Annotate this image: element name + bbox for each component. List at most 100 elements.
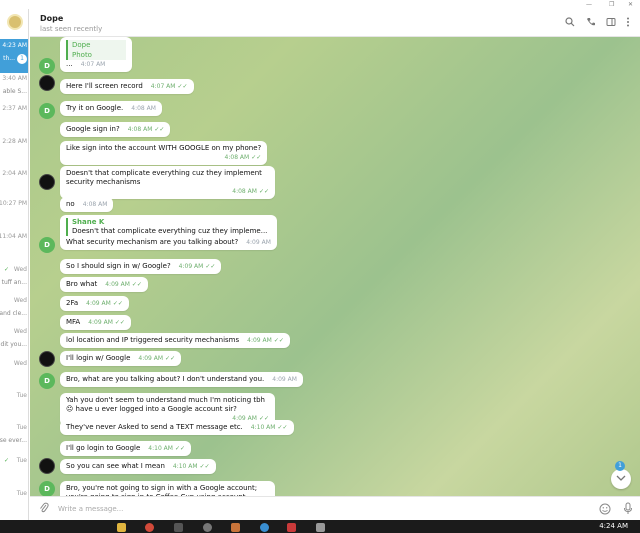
sender-avatar[interactable]: D: [39, 237, 55, 253]
message-time: 4:09 AM: [246, 239, 271, 246]
scroll-down-button[interactable]: [611, 469, 631, 489]
sender-avatar[interactable]: D: [39, 373, 55, 389]
message-text: Doesn't that complicate everything cuz t…: [66, 169, 262, 186]
emoji-icon[interactable]: [599, 503, 611, 517]
chat-list-item[interactable]: Wed and cle...: [0, 294, 28, 328]
message-time: 4:09 AM: [272, 376, 297, 383]
chat-list-time: 2:37 AM: [2, 105, 27, 112]
message-bubble[interactable]: Google sign in? 4:08 AM ✓✓: [60, 122, 171, 137]
message-bubble[interactable]: Here I'll screen record 4:07 AM ✓✓: [60, 79, 194, 94]
maximize-icon[interactable]: ❐: [609, 0, 614, 9]
message-bubble[interactable]: Dope Photo... 4:07 AM: [60, 37, 132, 72]
message-bubble[interactable]: Bro, what are you talking about? I don't…: [60, 372, 303, 387]
sender-avatar[interactable]: D: [39, 103, 55, 119]
more-icon[interactable]: [626, 17, 630, 30]
message-bubble[interactable]: I'll go login to Google 4:10 AM ✓✓: [60, 441, 192, 456]
sender-avatar[interactable]: [39, 75, 55, 91]
folder-icon[interactable]: [117, 523, 126, 532]
message-bubble[interactable]: So you can see what I mean 4:10 AM ✓✓: [60, 459, 216, 474]
message-bubble[interactable]: lol location and IP triggered security m…: [60, 333, 290, 348]
photo-reply-preview[interactable]: Dope Photo: [66, 40, 126, 60]
message-time: 4:09 AM: [86, 300, 111, 307]
sender-avatar[interactable]: [39, 458, 55, 474]
message-bubble[interactable]: Try it on Google. 4:08 AM: [60, 101, 162, 116]
sender-avatar[interactable]: D: [39, 58, 55, 74]
chat-list-item[interactable]: Tue: [0, 487, 28, 520]
chat-list-time: 4:23 AM: [2, 42, 27, 49]
chat-list-item[interactable]: ✓ Wed tuff an...: [0, 263, 28, 297]
message-text: I'll login w/ Google: [66, 354, 131, 362]
message-bubble[interactable]: Bro what 4:09 AM ✓✓: [60, 277, 148, 292]
chat-list-snippet: dit you...: [0, 341, 27, 348]
message-bubble[interactable]: Like sign into the account WITH GOOGLE o…: [60, 141, 268, 165]
chat-list-time: Tue: [16, 490, 27, 497]
read-receipt-icon: ✓✓: [258, 188, 269, 195]
chat-header: Dope last seen recently: [30, 9, 640, 37]
chat-list-item[interactable]: Wed: [0, 357, 28, 391]
message-bubble[interactable]: 2Fa 4:09 AM ✓✓: [60, 296, 129, 311]
app-icon[interactable]: [316, 523, 325, 532]
read-receipt-icon: ✓✓: [154, 126, 165, 133]
chat-list-item[interactable]: [0, 9, 28, 43]
paperclip-icon[interactable]: [39, 502, 49, 517]
message-input[interactable]: [58, 503, 558, 515]
message-text: MFA: [66, 318, 81, 326]
chat-list-item[interactable]: 4:23 AM th... 1: [0, 39, 28, 73]
message-bubble[interactable]: So I should sign in w/ Google? 4:09 AM ✓✓: [60, 259, 222, 274]
message-bubble[interactable]: MFA 4:09 AM ✓✓: [60, 315, 131, 330]
message-text: Bro, what are you talking about? I don't…: [66, 375, 265, 383]
chat-list-time: 2:28 AM: [2, 138, 27, 145]
message-bubble[interactable]: Doesn't that complicate everything cuz t…: [60, 166, 275, 199]
chat-list-item[interactable]: 2:28 AM: [0, 135, 28, 169]
chat-list-snippet: se ever...: [0, 437, 27, 444]
message-time: 4:08 AM: [232, 188, 257, 195]
search-icon[interactable]: [565, 17, 575, 30]
message-bubble[interactable]: Shane K Doesn't that complicate everythin…: [60, 215, 277, 250]
sender-avatar[interactable]: D: [39, 481, 55, 496]
phone-icon[interactable]: [586, 17, 596, 30]
message-text: no: [66, 200, 75, 208]
app-icon[interactable]: [231, 523, 240, 532]
read-receipt-icon: ✓✓: [199, 463, 210, 470]
message-bubble[interactable]: I'll login w/ Google 4:09 AM ✓✓: [60, 351, 182, 366]
read-receipt-icon: ✓✓: [165, 355, 176, 362]
read-receipt-icon: ✓✓: [131, 281, 142, 288]
chat-title[interactable]: Dope: [40, 14, 63, 23]
message-time: 4:09 AM: [105, 281, 130, 288]
microphone-icon[interactable]: [623, 502, 633, 517]
message-area[interactable]: 1 Dope Photo... 4:07 AM D Here I'll screen r…: [30, 37, 640, 496]
app-icon[interactable]: [203, 523, 212, 532]
sender-avatar[interactable]: [39, 174, 55, 190]
sender-avatar[interactable]: [39, 351, 55, 367]
unread-badge: 1: [615, 461, 625, 471]
browser-icon[interactable]: [145, 523, 154, 532]
message-text: Try it on Google.: [66, 104, 124, 112]
chat-list-snippet: tuff an...: [1, 279, 27, 286]
chat-list-item[interactable]: Wed dit you...: [0, 325, 28, 359]
chat-list-item[interactable]: 2:04 AM: [0, 167, 28, 201]
reply-quote[interactable]: Shane K Doesn't that complicate everythin…: [66, 218, 271, 236]
chat-list-time: Tue: [16, 392, 27, 399]
app-icon[interactable]: [260, 523, 269, 532]
chat-list-item[interactable]: 3:40 AM able S...: [0, 72, 28, 106]
chat-list-item[interactable]: ✓ Tue: [0, 454, 28, 488]
message-composer: [30, 496, 640, 520]
chat-list-item[interactable]: 2:37 AM: [0, 102, 28, 136]
chat-list-time: 3:40 AM: [2, 75, 27, 82]
app-icon[interactable]: [287, 523, 296, 532]
chat-list-item[interactable]: 11:04 AM: [0, 230, 28, 264]
message-bubble[interactable]: no 4:08 AM: [60, 197, 114, 212]
app-icon[interactable]: [174, 523, 183, 532]
chat-list-item[interactable]: Tue: [0, 389, 28, 423]
menu-logo-icon[interactable]: [7, 14, 23, 30]
chat-list-time: Wed: [13, 297, 27, 304]
chat-list-item[interactable]: 10:27 PM: [0, 197, 28, 231]
minimize-icon[interactable]: —: [586, 0, 592, 9]
sidebar-toggle-icon[interactable]: [606, 17, 616, 30]
chat-list-item[interactable]: Tue se ever...: [0, 421, 28, 455]
message-time: 4:10 AM: [172, 463, 198, 470]
close-icon[interactable]: ✕: [628, 0, 633, 9]
message-bubble[interactable]: They've never Asked to send a TEXT messa…: [60, 420, 294, 435]
message-time: 4:10 AM: [250, 424, 276, 431]
message-bubble[interactable]: Bro, you're not going to sign in with a …: [60, 481, 275, 496]
